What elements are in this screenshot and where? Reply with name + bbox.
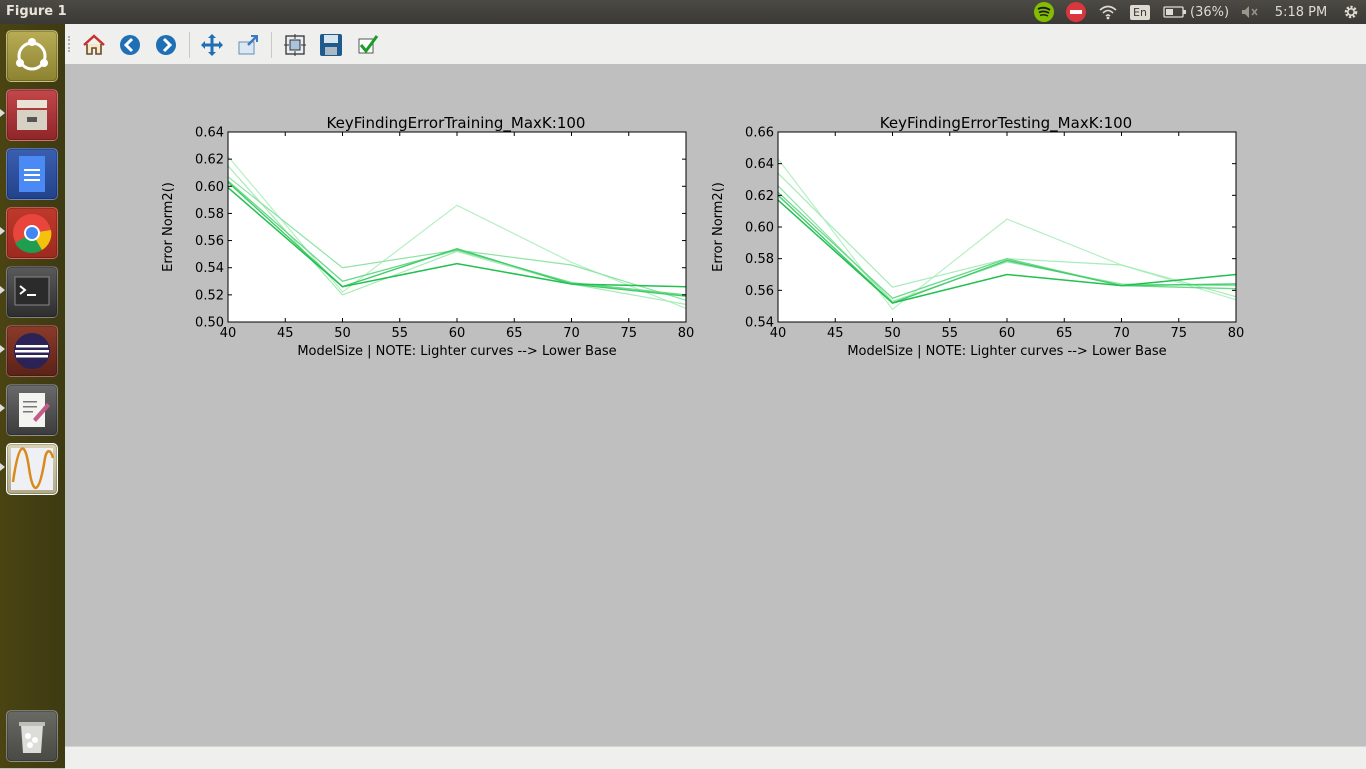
zoom-icon[interactable]: [235, 32, 261, 58]
y-axis-label: Error Norm2(): [711, 182, 726, 272]
trash-icon[interactable]: [6, 710, 58, 762]
volume-muted-icon[interactable]: [1240, 0, 1260, 24]
figure-toolbar: [65, 24, 1366, 65]
x-tick-label: 75: [620, 326, 637, 341]
subplots-icon[interactable]: [282, 32, 308, 58]
running-indicator: [0, 463, 5, 471]
running-indicator: [0, 227, 5, 235]
y-tick-label: 0.60: [745, 221, 774, 236]
y-tick-label: 0.50: [195, 316, 224, 331]
x-tick-label: 65: [506, 326, 523, 341]
x-tick-label: 45: [277, 326, 294, 341]
docs-icon[interactable]: [6, 148, 58, 200]
subplot-testing: KeyFindingErrorTesting_MaxK:100 40 45 50 55…: [711, 114, 1244, 359]
clock[interactable]: 5:18 PM: [1275, 5, 1327, 20]
home-icon[interactable]: [81, 32, 107, 58]
y-tick-label: 0.58: [745, 252, 774, 267]
running-indicator: [0, 404, 5, 412]
x-tick-label: 50: [334, 326, 351, 341]
axes-background[interactable]: [228, 132, 686, 322]
launcher: [0, 24, 66, 768]
pan-icon[interactable]: [199, 32, 225, 58]
x-tick-label: 65: [1056, 326, 1073, 341]
matplotlib-figure-icon[interactable]: [6, 443, 58, 495]
battery-percentage: (36%): [1190, 4, 1230, 20]
x-tick-label: 55: [941, 326, 958, 341]
x-tick-label: 45: [827, 326, 844, 341]
x-tick-label: 75: [1170, 326, 1187, 341]
battery-icon[interactable]: [1162, 0, 1188, 24]
y-tick-label: 0.64: [195, 126, 224, 141]
chrome-icon[interactable]: [6, 207, 58, 259]
y-tick-label: 0.56: [195, 234, 224, 249]
x-tick-label: 55: [391, 326, 408, 341]
forward-icon[interactable]: [153, 32, 179, 58]
subplot-training: KeyFindingErrorTraining_MaxK:100 40 45 50 5…: [161, 114, 694, 359]
axes-background[interactable]: [778, 132, 1236, 322]
x-axis-label: ModelSize | NOTE: Lighter curves --> Low…: [297, 344, 616, 359]
x-tick-label: 70: [1113, 326, 1130, 341]
subplot-title: KeyFindingErrorTraining_MaxK:100: [327, 114, 586, 133]
edit-check-icon[interactable]: [355, 32, 381, 58]
eclipse-icon[interactable]: [6, 325, 58, 377]
wifi-icon[interactable]: [1096, 0, 1120, 24]
spotify-icon[interactable]: [1032, 0, 1056, 24]
keyboard-layout-label: En: [1130, 4, 1150, 20]
back-icon[interactable]: [117, 32, 143, 58]
subplot-title: KeyFindingErrorTesting_MaxK:100: [880, 114, 1132, 133]
gear-icon[interactable]: [1340, 0, 1362, 24]
y-tick-label: 0.62: [745, 189, 774, 204]
status-bar: [65, 746, 1366, 769]
keyboard-layout-icon[interactable]: En: [1129, 0, 1151, 24]
terminal-icon[interactable]: [6, 266, 58, 318]
no-entry-icon[interactable]: [1064, 0, 1088, 24]
save-icon[interactable]: [318, 32, 344, 58]
x-tick-label: 70: [563, 326, 580, 341]
running-indicator: [0, 286, 5, 294]
y-tick-label: 0.66: [745, 126, 774, 141]
y-tick-label: 0.56: [745, 284, 774, 299]
y-tick-label: 0.54: [745, 316, 774, 331]
x-axis-label: ModelSize | NOTE: Lighter curves --> Low…: [847, 344, 1166, 359]
y-tick-label: 0.54: [195, 261, 224, 276]
y-tick-label: 0.52: [195, 288, 224, 303]
toolbar-separator: [271, 32, 272, 58]
ubuntu-dash-icon[interactable]: [6, 30, 58, 82]
toolbar-grip[interactable]: [68, 36, 74, 52]
figure-canvas[interactable]: KeyFindingErrorTraining_MaxK:100 40 45 50 5…: [65, 64, 1366, 746]
y-axis-label: Error Norm2(): [161, 182, 176, 272]
top-panel: Figure 1 En (36%) 5:18 PM: [0, 0, 1366, 24]
file-manager-icon[interactable]: [6, 89, 58, 141]
figure-svg: KeyFindingErrorTraining_MaxK:100 40 45 50 5…: [161, 114, 1244, 359]
x-tick-label: 60: [449, 326, 466, 341]
y-tick-label: 0.62: [195, 153, 224, 168]
running-indicator: [0, 109, 5, 117]
window-title: Figure 1: [6, 4, 67, 19]
toolbar-separator: [189, 32, 190, 58]
y-tick-label: 0.60: [195, 180, 224, 195]
y-tick-label: 0.64: [745, 157, 774, 172]
y-tick-label: 0.58: [195, 207, 224, 222]
text-editor-icon[interactable]: [6, 384, 58, 436]
x-tick-label: 80: [1228, 326, 1245, 341]
x-tick-label: 80: [678, 326, 695, 341]
running-indicator: [0, 345, 5, 353]
x-tick-label: 50: [884, 326, 901, 341]
x-tick-label: 60: [999, 326, 1016, 341]
